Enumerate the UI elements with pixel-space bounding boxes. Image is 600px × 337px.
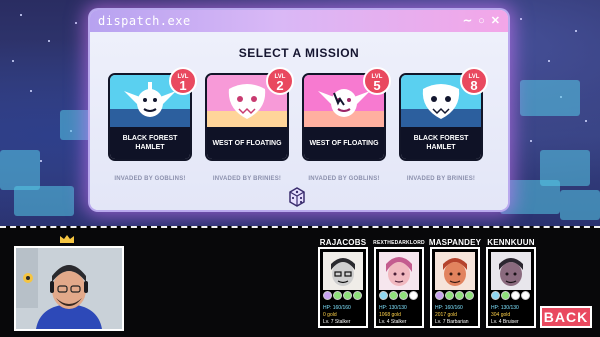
- ability-slot: [353, 291, 362, 300]
- level-badge: LVL 5: [363, 67, 391, 95]
- star: [30, 90, 32, 92]
- close-icon[interactable]: ✕: [491, 15, 500, 27]
- mission-subtitle: INVADED BY BRINIES!: [406, 176, 476, 182]
- background-block: [500, 180, 560, 214]
- character-portrait-icon: [323, 252, 363, 290]
- mission-name: WEST OF FLOATING: [304, 127, 384, 159]
- hp-text: HP: 160/160: [435, 305, 463, 311]
- star: [575, 30, 577, 32]
- star: [40, 160, 42, 162]
- background-block: [560, 190, 600, 220]
- level-badge: LVL 8: [460, 67, 488, 95]
- party-card-rajacobs[interactable]: HP: 160/160 0 gold Lv. 7 Stalker: [318, 247, 368, 328]
- maximize-icon[interactable]: ○: [478, 15, 485, 27]
- ability-slot: [409, 291, 418, 300]
- hp-text: HP: 160/160: [323, 305, 351, 311]
- dice-icon[interactable]: [287, 186, 307, 208]
- mission-name: WEST OF FLOATING: [207, 127, 287, 159]
- gold-text: 304 gold: [491, 312, 511, 318]
- star: [585, 120, 587, 122]
- gold-text: 1068 gold: [379, 312, 401, 318]
- character-portrait-icon: [435, 252, 475, 290]
- mission-card-1[interactable]: BLACK FOREST HAMLET LVL 1: [108, 67, 197, 161]
- page-title: SELECT A MISSION: [238, 46, 360, 60]
- crown-icon: [60, 235, 74, 243]
- ability-slot: [379, 291, 388, 300]
- party-card-rexthedarklord[interactable]: HP: 130/130 1068 gold Lv. 4 Stalker: [374, 247, 424, 328]
- mission-card-2[interactable]: WEST OF FLOATING LVL 2: [205, 67, 294, 161]
- window-titlebar[interactable]: dispatch.exe ∼ ○ ✕: [90, 10, 508, 32]
- star: [20, 14, 22, 16]
- hp-text: HP: 130/130: [379, 305, 407, 311]
- star: [75, 22, 77, 24]
- mission-card-4[interactable]: BLACK FOREST HAMLET LVL 8: [399, 67, 488, 161]
- minimize-icon[interactable]: ∼: [463, 15, 472, 27]
- background-block: [520, 80, 580, 116]
- window-controls: ∼ ○ ✕: [463, 15, 500, 27]
- ability-slot: [343, 291, 352, 300]
- level-text: Lv. 7 Barbarian: [435, 319, 469, 325]
- dispatch-window: dispatch.exe ∼ ○ ✕ SELECT A MISSION BLAC…: [90, 10, 508, 210]
- ability-slot: [323, 291, 332, 300]
- window-title: dispatch.exe: [98, 14, 191, 28]
- mission-subtitle: INVADED BY BRINIES!: [212, 176, 282, 182]
- ability-slot: [435, 291, 444, 300]
- level-badge: LVL 2: [266, 67, 294, 95]
- character-portrait-icon: [491, 252, 531, 290]
- back-button[interactable]: BACK: [540, 306, 592, 328]
- party-member-name: KENNKUUN: [487, 238, 535, 247]
- gold-text: 0 gold: [323, 312, 337, 318]
- level-text: Lv. 4 Bruiser: [491, 319, 519, 325]
- ability-slots: [379, 291, 418, 300]
- ability-slots: [435, 291, 474, 300]
- ability-slot: [465, 291, 474, 300]
- ability-slot: [511, 291, 520, 300]
- star: [520, 18, 522, 20]
- ability-slot: [389, 291, 398, 300]
- ability-slot: [521, 291, 530, 300]
- star: [530, 140, 532, 142]
- star: [12, 60, 14, 62]
- character-portrait-icon: [379, 252, 419, 290]
- star: [548, 60, 550, 62]
- ability-slot: [491, 291, 500, 300]
- ability-slot: [333, 291, 342, 300]
- ability-slots: [323, 291, 362, 300]
- mission-name: BLACK FOREST HAMLET: [110, 127, 190, 159]
- ability-slots: [491, 291, 530, 300]
- level-badge: LVL 1: [169, 67, 197, 95]
- star: [48, 40, 50, 42]
- gold-text: 2017 gold: [435, 312, 457, 318]
- background-block: [0, 150, 40, 190]
- ability-slot: [445, 291, 454, 300]
- background-block: [14, 186, 74, 216]
- window-body: SELECT A MISSION BLACK FOREST HAMLET LVL…: [90, 32, 508, 210]
- ability-slot: [455, 291, 464, 300]
- party-member-name: MASPANDEY: [428, 238, 482, 247]
- party-card-maspandey[interactable]: HP: 160/160 2017 gold Lv. 7 Barbarian: [430, 247, 480, 328]
- level-text: Lv. 4 Stalker: [379, 319, 407, 325]
- mission-name: BLACK FOREST HAMLET: [401, 127, 481, 159]
- party-card-kennkuun[interactable]: HP: 130/130 304 gold Lv. 4 Bruiser: [486, 247, 536, 328]
- mission-subtitle: INVADED BY GOBLINS!: [114, 176, 186, 182]
- ability-slot: [399, 291, 408, 300]
- hp-text: HP: 130/130: [491, 305, 519, 311]
- webcam-feed: [14, 246, 124, 331]
- party-member-name: RAJACOBS: [319, 238, 367, 247]
- mission-card-3[interactable]: WEST OF FLOATING LVL 5: [302, 67, 391, 161]
- party-member-name: REXTHEDARKLORD: [373, 240, 425, 246]
- mission-subtitle: INVADED BY GOBLINS!: [308, 176, 380, 182]
- level-text: Lv. 7 Stalker: [323, 319, 351, 325]
- ability-slot: [501, 291, 510, 300]
